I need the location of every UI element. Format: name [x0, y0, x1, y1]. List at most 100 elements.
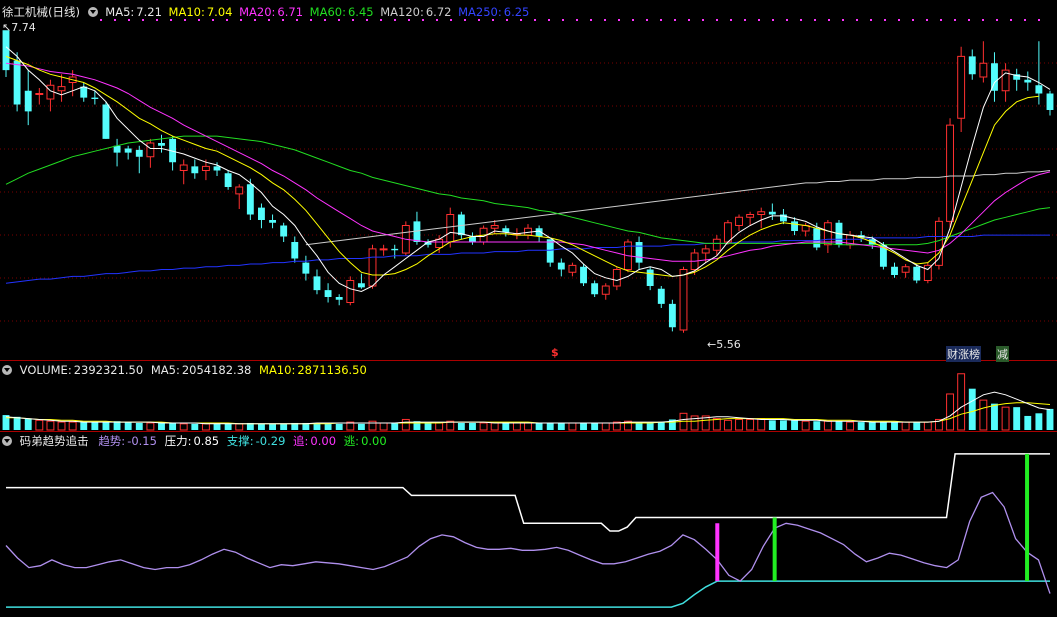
- volume-bar: [512, 422, 521, 431]
- top-tick: [576, 19, 578, 21]
- badge-caizhang[interactable]: 财涨榜: [946, 346, 981, 362]
- volume-bar: [657, 422, 665, 430]
- top-tick: [1024, 19, 1026, 21]
- candle-body: [91, 97, 99, 99]
- volume-bar: [968, 388, 976, 430]
- badge-jian[interactable]: 减: [996, 346, 1009, 362]
- volume-bar: [601, 422, 610, 431]
- volume-bar: [901, 421, 910, 431]
- volume-bar: [213, 423, 221, 430]
- volume-bar: [712, 418, 721, 431]
- candle-body: [435, 238, 444, 248]
- volume-bar: [68, 421, 77, 431]
- top-tick: [534, 19, 536, 21]
- volume-bar: [723, 419, 732, 431]
- candle-body: [57, 86, 66, 92]
- volume-bar: [235, 423, 244, 431]
- ma10-label: MA10: 7.04: [168, 5, 233, 19]
- ma120-label: MA120: 6.72: [380, 5, 452, 19]
- chase-label: 追: 0.00: [293, 434, 337, 448]
- indicator-header: 码弟趋势追击 趋势: -0.15 压力: 0.85 支撑: -0.29 追: 0.00 …: [2, 433, 393, 449]
- volume-bar: [258, 423, 265, 430]
- volume-bar: [80, 422, 88, 430]
- volume-bar: [580, 422, 587, 430]
- volume-bar: [46, 420, 55, 431]
- candle-body: [179, 164, 188, 171]
- ma5-label: MA5: 7.21: [105, 5, 162, 19]
- candle-body: [280, 225, 288, 237]
- volume-bar: [557, 422, 565, 430]
- dollar-marker[interactable]: $: [551, 346, 559, 359]
- top-tick: [604, 19, 606, 21]
- volume-bar: [224, 423, 232, 430]
- candle-body: [490, 225, 499, 229]
- volume-value-label: VOLUME: 2392321.50: [19, 363, 144, 377]
- top-tick: [842, 19, 844, 21]
- volume-bar: [835, 421, 843, 430]
- candle-body: [823, 222, 832, 246]
- indicator-panel-menu-icon[interactable]: [2, 436, 12, 446]
- pressure-label: 压力: 0.85: [164, 434, 220, 448]
- main-header: 徐工机械(日线) MA5: 7.21 MA10: 7.04 MA20: 6.71 MA…: [2, 4, 532, 20]
- volume-bar: [135, 422, 143, 430]
- candle-body: [679, 269, 688, 331]
- candle-body: [657, 288, 665, 304]
- volume-bar: [158, 422, 165, 430]
- candle-body: [668, 303, 676, 328]
- volume-bar: [424, 422, 432, 430]
- volume-bar: [169, 422, 177, 430]
- volume-bar: [124, 422, 132, 430]
- top-tick: [940, 19, 942, 21]
- top-tick: [646, 19, 648, 21]
- volume-bar: [1013, 407, 1021, 430]
- top-tick: [884, 19, 886, 21]
- ma60-label: MA60: 6.45: [309, 5, 374, 19]
- candle-body: [957, 55, 966, 119]
- top-tick: [688, 19, 690, 21]
- candle-body: [1024, 79, 1032, 83]
- low-price-marker: ←5.56: [707, 338, 741, 351]
- top-tick: [828, 19, 830, 21]
- top-tick: [996, 19, 998, 21]
- top-tick: [660, 19, 662, 21]
- candle-body: [913, 266, 921, 281]
- volume-bar: [868, 422, 876, 430]
- volume-bar: [91, 422, 99, 430]
- candle-body: [568, 264, 577, 273]
- candle-body: [102, 104, 110, 139]
- volume-bar: [879, 422, 887, 430]
- candle-body: [646, 269, 654, 286]
- volume-bar: [335, 423, 343, 430]
- main-panel-menu-icon[interactable]: [87, 7, 98, 17]
- candle-body: [146, 142, 155, 158]
- volume-bar: [891, 422, 898, 430]
- volume-bar: [1035, 413, 1043, 430]
- candle-body: [35, 93, 44, 95]
- low-price-label: 5.56: [716, 338, 741, 351]
- candle-body: [135, 149, 143, 157]
- candle-body: [813, 228, 821, 248]
- volume-bar: [1024, 415, 1032, 430]
- candle-body: [269, 220, 276, 223]
- stock-chart[interactable]: [0, 0, 1057, 617]
- volume-bar: [568, 422, 577, 431]
- volume-panel-menu-icon[interactable]: [2, 365, 12, 375]
- volume-bar: [57, 421, 66, 431]
- candle-body: [968, 56, 976, 75]
- candle-body: [201, 165, 210, 171]
- candle-body: [901, 266, 910, 273]
- top-tick: [772, 19, 774, 21]
- top-tick: [590, 19, 592, 21]
- candle-body: [224, 173, 232, 187]
- indicator-name: 码弟趋势追击: [19, 434, 89, 448]
- volume-bar: [469, 422, 476, 430]
- top-tick: [870, 19, 872, 21]
- candle-body: [368, 248, 377, 287]
- high-price-marker: ↖7.74: [2, 21, 36, 34]
- volume-bar: [801, 420, 810, 431]
- top-tick: [548, 19, 550, 21]
- volume-bar: [991, 403, 998, 430]
- volume-ma5-label: MA5: 2054182.38: [150, 363, 252, 377]
- volume-bar: [746, 418, 755, 431]
- volume-bar: [35, 419, 44, 431]
